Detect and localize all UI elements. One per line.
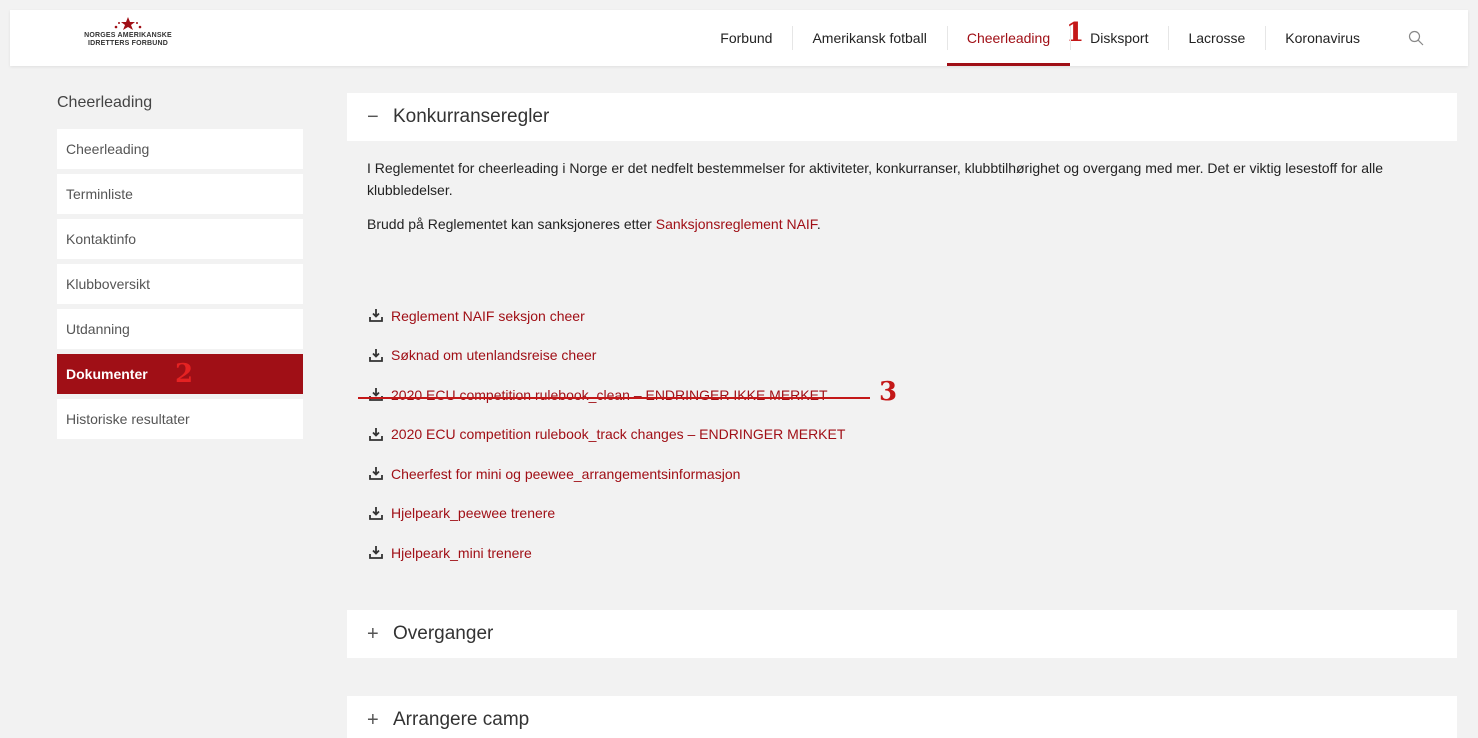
annotation-marker-3: 3	[879, 377, 898, 407]
document-item[interactable]: 2020 ECU competition rulebook_track chan…	[369, 415, 845, 455]
document-item[interactable]: Cheerfest for mini og peewee_arrangement…	[369, 454, 845, 494]
accordion-title: Arrangere camp	[393, 709, 530, 730]
search-button[interactable]	[1380, 10, 1436, 66]
sidebar-item-utdanning[interactable]: Utdanning	[57, 309, 303, 349]
sanksjonsreglement-link[interactable]: Sanksjonsreglement NAIF	[656, 216, 817, 232]
nav-koronavirus[interactable]: Koronavirus	[1265, 10, 1380, 66]
document-link[interactable]: Søknad om utenlandsreise cheer	[391, 347, 596, 363]
document-link[interactable]: 2020 ECU competition rulebook_track chan…	[391, 426, 845, 442]
download-icon	[369, 546, 383, 560]
download-icon	[369, 467, 383, 481]
sidebar-item-dokumenter-label: Dokumenter	[66, 366, 148, 382]
document-list: Reglement NAIF seksjon cheer Søknad om u…	[369, 296, 897, 573]
sidebar-item-historiske-resultater[interactable]: Historiske resultater	[57, 399, 303, 439]
accordion-overganger[interactable]: + Overganger	[347, 610, 1457, 658]
accordion-konkurranseregler[interactable]: − Konkurranseregler	[347, 93, 1457, 141]
nav-lacrosse[interactable]: Lacrosse	[1168, 10, 1265, 66]
nav-disksport[interactable]: Disksport	[1070, 10, 1168, 66]
sidebar-item-kontaktinfo[interactable]: Kontaktinfo	[57, 219, 303, 259]
stars-icon	[114, 17, 142, 30]
sidebar-menu: Cheerleading Terminliste Kontaktinfo Klu…	[57, 129, 303, 444]
annotation-marker-2: 2	[175, 359, 194, 389]
top-header: NORGES AMERIKANSKE IDRETTERS FORBUND For…	[10, 10, 1468, 66]
download-icon	[369, 427, 383, 441]
logo-line-2: IDRETTERS FORBUND	[87, 40, 168, 47]
sidebar-title: Cheerleading	[57, 94, 153, 111]
logo[interactable]: NORGES AMERIKANSKE IDRETTERS FORBUND	[58, 16, 198, 60]
nav-cheerleading-label: Cheerleading	[966, 30, 1051, 46]
sidebar-item-terminliste[interactable]: Terminliste	[57, 174, 303, 214]
document-item[interactable]: Hjelpeark_peewee trenere	[369, 494, 845, 534]
document-item[interactable]: Hjelpeark_mini trenere	[369, 533, 845, 573]
logo-line-1: NORGES AMERIKANSKE	[84, 32, 172, 39]
accordion-title: Overganger	[393, 623, 494, 644]
document-item[interactable]: 2020 ECU competition rulebook_clean – EN…	[369, 375, 897, 415]
document-link[interactable]: Hjelpeark_peewee trenere	[391, 505, 555, 521]
nav-amerikansk-fotball[interactable]: Amerikansk fotball	[792, 10, 946, 66]
sidebar-item-dokumenter[interactable]: Dokumenter 2	[57, 354, 303, 394]
sanction-text: Brudd på Reglementet kan sanksjoneres et…	[367, 216, 656, 232]
document-link[interactable]: Reglement NAIF seksjon cheer	[391, 308, 585, 324]
nav-cheerleading[interactable]: Cheerleading 1	[946, 10, 1084, 66]
download-icon	[369, 388, 383, 402]
accordion-arrangere-camp[interactable]: + Arrangere camp	[347, 696, 1457, 738]
document-item[interactable]: Reglement NAIF seksjon cheer	[369, 296, 845, 336]
sidebar-item-cheerleading[interactable]: Cheerleading	[57, 129, 303, 169]
sanction-paragraph: Brudd på Reglementet kan sanksjoneres et…	[367, 213, 1437, 235]
download-icon	[369, 309, 383, 323]
intro-paragraph: I Reglementet for cheerleading i Norge e…	[367, 160, 1384, 198]
document-item[interactable]: Søknad om utenlandsreise cheer	[369, 336, 845, 376]
sidebar-item-klubboversikt[interactable]: Klubboversikt	[57, 264, 303, 304]
document-link[interactable]: Hjelpeark_mini trenere	[391, 545, 532, 561]
expand-icon: +	[367, 622, 379, 645]
accordion-title: Konkurranseregler	[393, 106, 550, 127]
document-link[interactable]: Cheerfest for mini og peewee_arrangement…	[391, 466, 740, 482]
download-icon	[369, 506, 383, 520]
main-nav: Forbund Amerikansk fotball Cheerleading …	[700, 10, 1436, 66]
document-link[interactable]: 2020 ECU competition rulebook_clean – EN…	[391, 387, 828, 403]
annotation-underline	[358, 397, 870, 399]
nav-forbund[interactable]: Forbund	[700, 10, 792, 66]
collapse-icon: −	[367, 105, 379, 128]
accordion-content: I Reglementet for cheerleading i Norge e…	[347, 141, 1457, 235]
expand-icon: +	[367, 708, 379, 731]
search-icon	[1408, 30, 1424, 46]
sanction-period: .	[816, 216, 821, 232]
download-icon	[369, 348, 383, 362]
